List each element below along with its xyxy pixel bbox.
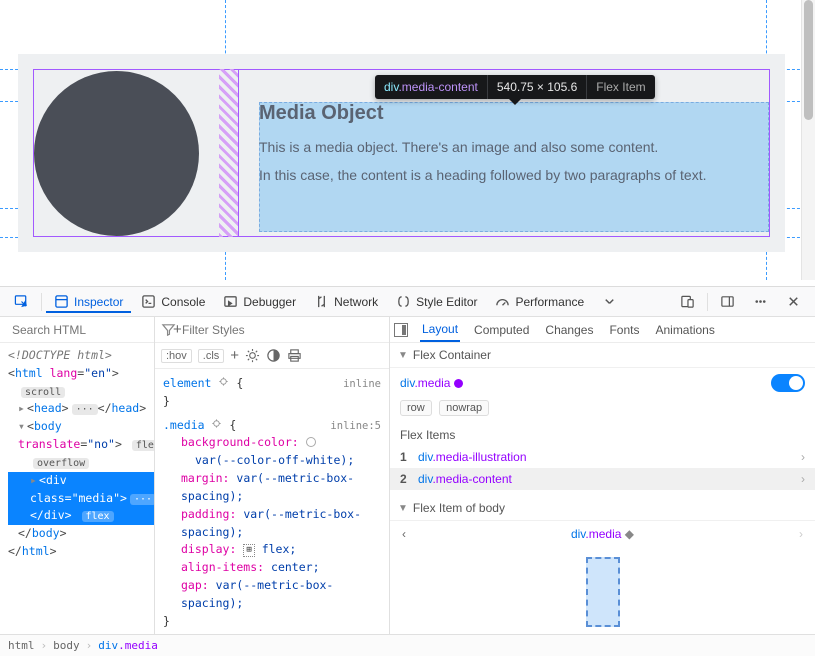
layout-panel: Layout Computed Changes Fonts Animations… — [390, 317, 815, 656]
dom-tree-panel: + <!DOCTYPE html> <html lang="en"> scrol… — [0, 317, 155, 656]
light-mode-icon[interactable] — [245, 348, 260, 363]
filter-styles-input[interactable] — [182, 323, 383, 337]
flex-container-accordion[interactable]: ▼Flex Container — [390, 343, 815, 368]
cls-button[interactable]: .cls — [198, 349, 225, 363]
hov-button[interactable]: :hov — [161, 349, 192, 363]
next-sibling-button[interactable]: › — [799, 527, 803, 541]
flex-item-2[interactable]: 2 div.media-content › — [390, 468, 815, 490]
tab-performance[interactable]: Performance — [487, 290, 592, 313]
body-close-node[interactable]: </body> — [8, 525, 154, 543]
prev-sibling-button[interactable]: ‹ — [402, 527, 406, 541]
tabs-overflow[interactable] — [594, 290, 625, 313]
media-paragraph-2: In this case, the content is a heading f… — [259, 167, 769, 183]
breadcrumb: html› body› div.media — [0, 634, 815, 656]
print-icon[interactable] — [287, 348, 302, 363]
rules-panel: :hov .cls + element {inline } .media {in… — [155, 317, 390, 656]
element-tooltip: div.media-content 540.75 × 105.6 Flex It… — [375, 75, 655, 99]
layout-tab[interactable]: Layout — [420, 318, 460, 342]
flex-gap-hatch — [219, 69, 239, 237]
flex-item-of-body-accordion[interactable]: ▼Flex Item of body — [390, 496, 815, 521]
media-illustration-circle — [34, 71, 199, 236]
doctype-node[interactable]: <!DOCTYPE html> — [8, 347, 154, 365]
crumb-div-media[interactable]: div.media — [98, 639, 158, 652]
more-options-button[interactable] — [745, 290, 776, 313]
flex-overlay-toggle[interactable] — [771, 374, 805, 392]
tab-console[interactable]: Console — [133, 290, 213, 313]
media-paragraph-1: This is a media object. There's an image… — [259, 139, 769, 155]
media-heading: Media Object — [259, 102, 769, 125]
flex-item-1[interactable]: 1 div.media-illustration › — [400, 446, 805, 468]
tab-style-editor[interactable]: Style Editor — [388, 290, 485, 313]
fonts-tab[interactable]: Fonts — [607, 319, 641, 341]
close-devtools-button[interactable] — [778, 290, 809, 313]
devtools-panel: Inspector Console Debugger Network Style… — [0, 286, 815, 656]
filter-icon — [161, 322, 176, 337]
tab-inspector[interactable]: Inspector — [46, 290, 131, 313]
flex-wrap-chip[interactable]: nowrap — [439, 400, 489, 416]
flex-item-diagram — [390, 547, 815, 637]
crumb-body[interactable]: body — [53, 639, 80, 652]
flex-direction-chip[interactable]: row — [400, 400, 432, 416]
body-node[interactable]: ▾<body — [8, 418, 154, 436]
pick-element-button[interactable] — [6, 290, 37, 313]
html-close-node[interactable]: </html> — [8, 543, 154, 561]
selected-div-media-node[interactable]: ▸<div class="media">··· </div> flex — [8, 472, 154, 525]
responsive-mode-button[interactable] — [672, 290, 703, 313]
head-node[interactable]: ▸<head>···</head> — [8, 400, 154, 418]
computed-tab[interactable]: Computed — [472, 319, 531, 341]
page-scrollbar[interactable] — [801, 0, 815, 280]
page-viewport: Media Object This is a media object. The… — [0, 0, 815, 280]
sidebar-toggle-icon[interactable] — [394, 323, 408, 337]
tab-network[interactable]: Network — [306, 290, 386, 313]
html-node[interactable]: <html lang="en"> — [8, 365, 154, 383]
dock-side-button[interactable] — [712, 290, 743, 313]
tab-debugger[interactable]: Debugger — [215, 290, 304, 313]
dark-mode-icon[interactable] — [266, 348, 281, 363]
animations-tab[interactable]: Animations — [653, 319, 716, 341]
add-rule-button[interactable]: + — [230, 347, 239, 364]
devtools-toolbar: Inspector Console Debugger Network Style… — [0, 287, 815, 317]
crumb-html[interactable]: html — [8, 639, 35, 652]
changes-tab[interactable]: Changes — [543, 319, 595, 341]
search-html-input[interactable] — [12, 323, 167, 337]
